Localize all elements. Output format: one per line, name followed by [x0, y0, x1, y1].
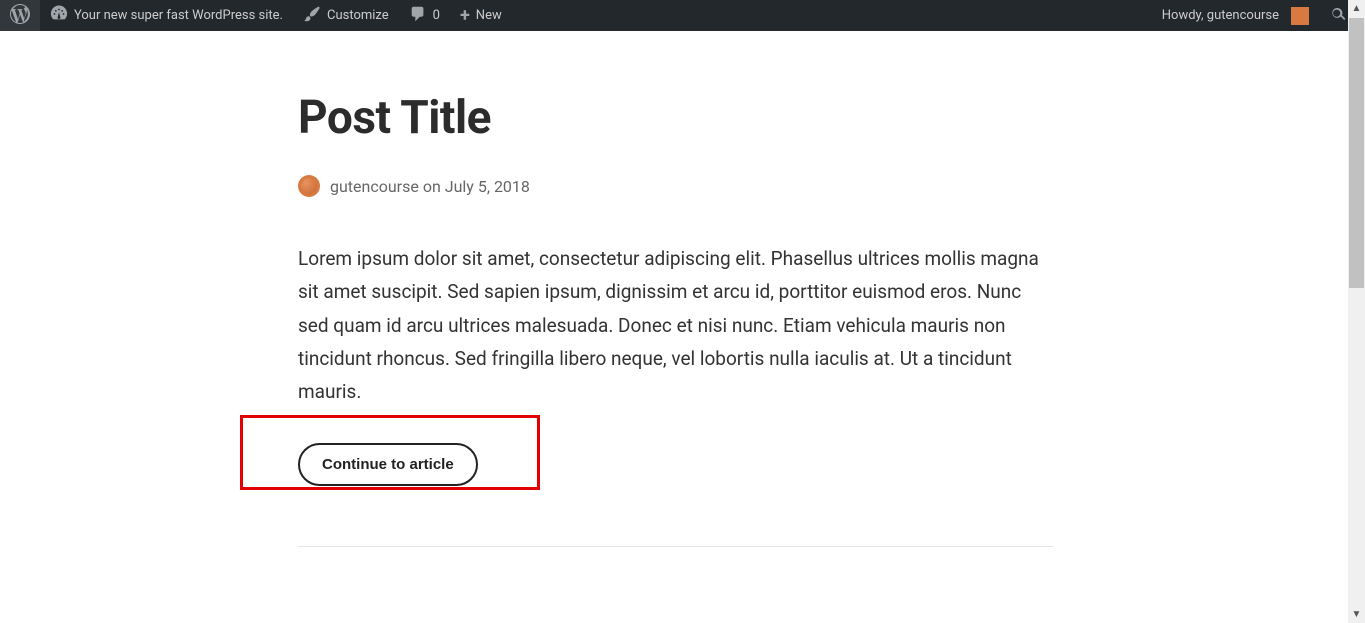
customize-icon	[303, 5, 321, 27]
admin-bar-right: Howdy, gutencourse	[1152, 0, 1357, 31]
post-title: Post Title	[298, 91, 1055, 145]
dashboard-icon	[50, 5, 68, 27]
site-title-label: Your new super fast WordPress site.	[74, 8, 283, 23]
customize-label: Customize	[327, 8, 389, 23]
user-avatar	[1291, 7, 1309, 25]
comment-icon	[409, 5, 427, 27]
post-excerpt: Lorem ipsum dolor sit amet, consectetur …	[298, 242, 1053, 408]
scroll-down-arrow[interactable]: ▼	[1348, 606, 1365, 623]
author-avatar-icon	[298, 175, 320, 197]
post-date[interactable]: July 5, 2018	[445, 177, 530, 196]
scroll-up-arrow[interactable]: ▲	[1348, 0, 1365, 17]
search-icon	[1329, 5, 1347, 27]
post-meta: gutencourse on July 5, 2018	[298, 175, 1055, 197]
continue-reading-button[interactable]: Continue to article	[298, 443, 478, 486]
howdy-account[interactable]: Howdy, gutencourse	[1152, 0, 1319, 31]
site-name-link[interactable]: Your new super fast WordPress site.	[40, 0, 293, 31]
admin-bar-left: Your new super fast WordPress site. Cust…	[0, 0, 512, 31]
new-label: New	[476, 8, 502, 23]
author-name[interactable]: gutencourse	[330, 177, 419, 196]
post-meta-text: gutencourse on July 5, 2018	[330, 177, 530, 196]
new-content-link[interactable]: + New	[450, 0, 512, 31]
post-content: Post Title gutencourse on July 5, 2018 L…	[0, 31, 1055, 547]
wp-admin-bar: Your new super fast WordPress site. Cust…	[0, 0, 1365, 31]
plus-icon: +	[460, 7, 470, 25]
wordpress-icon	[10, 4, 30, 28]
vertical-scrollbar[interactable]: ▲ ▼	[1348, 0, 1365, 623]
comments-link[interactable]: 0	[399, 0, 450, 31]
wp-logo-menu[interactable]	[0, 0, 40, 31]
howdy-label: Howdy, gutencourse	[1162, 8, 1279, 23]
post-divider	[298, 546, 1053, 547]
scroll-thumb[interactable]	[1349, 18, 1364, 288]
date-connector: on	[423, 177, 441, 196]
comment-count: 0	[433, 8, 440, 23]
customize-link[interactable]: Customize	[293, 0, 399, 31]
